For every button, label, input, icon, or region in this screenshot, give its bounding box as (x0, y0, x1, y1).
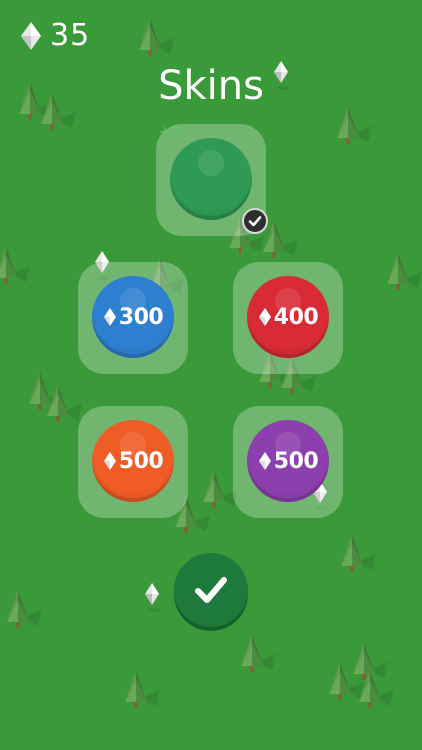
diamond-icon (103, 308, 116, 326)
price-value: 300 (118, 304, 164, 330)
checkmark-icon (242, 208, 268, 234)
gem-count: 35 (50, 18, 91, 53)
diamond-icon (258, 308, 271, 326)
diamond-icon (258, 452, 271, 470)
diamond-icon (103, 452, 116, 470)
skin-tile-orange[interactable]: 500 (78, 406, 188, 518)
diamond-icon (21, 22, 41, 50)
skin-tile-red[interactable]: 400 (233, 262, 343, 374)
forest-background (0, 18, 422, 708)
skin-ball-orange: 500 (92, 420, 174, 502)
skin-ball-blue: 300 (92, 276, 174, 358)
gem-counter: 35 (20, 18, 90, 54)
skin-ball-green (170, 138, 252, 220)
skin-tile-blue[interactable]: 300 (78, 262, 188, 374)
skin-tile-purple[interactable]: 500 (233, 406, 343, 518)
price-label: 500 (103, 448, 164, 474)
price-label: 500 (258, 448, 319, 474)
price-label: 300 (103, 304, 164, 330)
skin-ball-purple: 500 (247, 420, 329, 502)
price-value: 500 (273, 448, 319, 474)
game-scene: 35 Skins +2 300 400 500 500 (0, 0, 422, 750)
bonus-badge: +2 (158, 122, 183, 141)
price-label: 400 (258, 304, 319, 330)
price-value: 500 (118, 448, 164, 474)
confirm-button[interactable] (174, 553, 248, 627)
price-value: 400 (273, 304, 319, 330)
checkmark-icon (195, 577, 227, 603)
skin-ball-red: 400 (247, 276, 329, 358)
page-title: Skins (158, 63, 264, 109)
